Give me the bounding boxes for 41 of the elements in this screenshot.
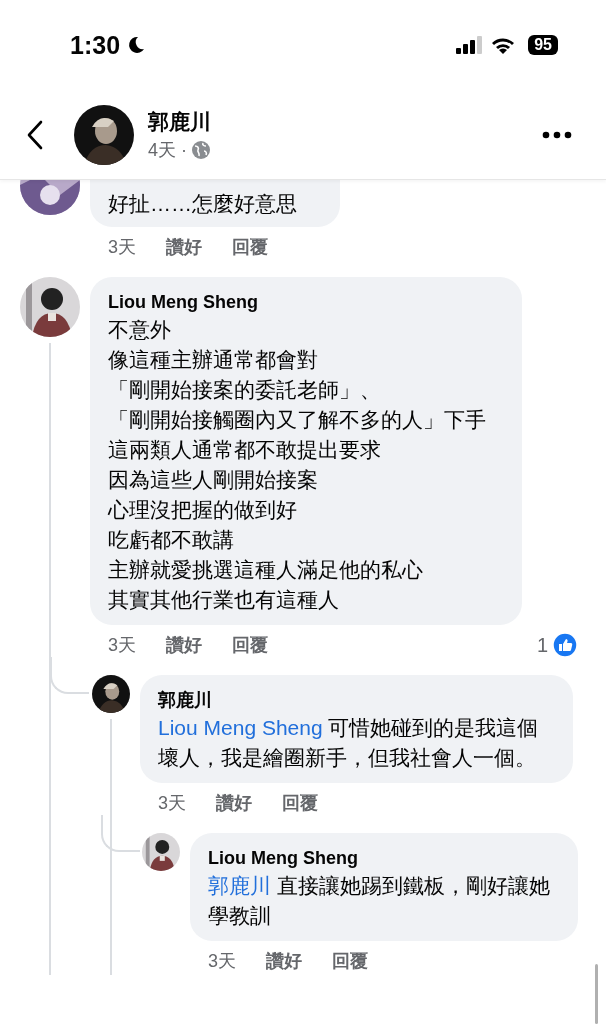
- post-time: 4天 ·: [148, 138, 187, 162]
- comment-text: 好扯……怎麼好意思: [108, 191, 298, 217]
- moon-icon: [126, 35, 147, 55]
- like-button[interactable]: 讚好: [266, 949, 302, 973]
- comment-text: 郭鹿川 直接讓她踢到鐵板，剛好讓她學教訓: [208, 873, 551, 929]
- comment-time: 3天: [158, 792, 186, 815]
- author-name[interactable]: Liou Meng Sheng: [208, 845, 552, 871]
- reply-button[interactable]: 回覆: [282, 791, 318, 815]
- comment-time: 3天: [108, 236, 136, 259]
- comment-text: 「剛開始接案的委託老師」、: [108, 377, 382, 403]
- comment-text: 像這種主辦通常都會對: [108, 347, 319, 373]
- like-button[interactable]: 讚好: [216, 791, 252, 815]
- more-icon[interactable]: [542, 130, 572, 139]
- poster-name[interactable]: 郭鹿川: [148, 107, 211, 136]
- comment-text: 不意外: [108, 317, 172, 343]
- mention-link[interactable]: Liou Meng Sheng: [158, 716, 323, 739]
- like-button[interactable]: 讚好: [166, 633, 202, 657]
- reply-button[interactable]: 回覆: [232, 235, 268, 259]
- comment-time: 3天: [108, 634, 136, 657]
- author-name[interactable]: 郭鹿川: [158, 687, 547, 713]
- clock-time: 1:30: [70, 30, 121, 60]
- comment-time: 3天: [208, 950, 236, 973]
- comment-text: 主辦就愛挑選這種人滿足他的私心: [108, 557, 424, 583]
- comment-text: 因為這些人剛開始接案: [108, 467, 319, 493]
- comment-text: 吃虧都不敢講: [108, 527, 235, 553]
- comment-text: 心理沒把握的做到好: [108, 497, 298, 523]
- comment-text: 這兩類人通常都不敢提出要求: [108, 437, 382, 463]
- back-icon[interactable]: [26, 119, 44, 150]
- globe-icon: [191, 139, 211, 160]
- comment-text: 其實其他行業也有這種人: [108, 587, 340, 613]
- comment-text: 「剛開始接觸圈內又了解不多的人」下手: [108, 407, 487, 433]
- reply-button[interactable]: 回覆: [332, 949, 368, 973]
- like-button[interactable]: 讚好: [166, 235, 202, 259]
- author-name[interactable]: Liou Meng Sheng: [108, 289, 496, 315]
- mention-link[interactable]: 郭鹿川: [208, 874, 271, 897]
- comment-text: Liou Meng Sheng 可惜她碰到的是我這個壞人，我是繪圈新手，但我社會人一個。: [158, 715, 540, 771]
- reaction-count: 1: [536, 633, 548, 657]
- battery-indicator: 95: [528, 35, 558, 55]
- reply-button[interactable]: 回覆: [232, 633, 268, 657]
- thumbs-up-icon: [552, 632, 578, 658]
- signal-icon: [456, 36, 485, 54]
